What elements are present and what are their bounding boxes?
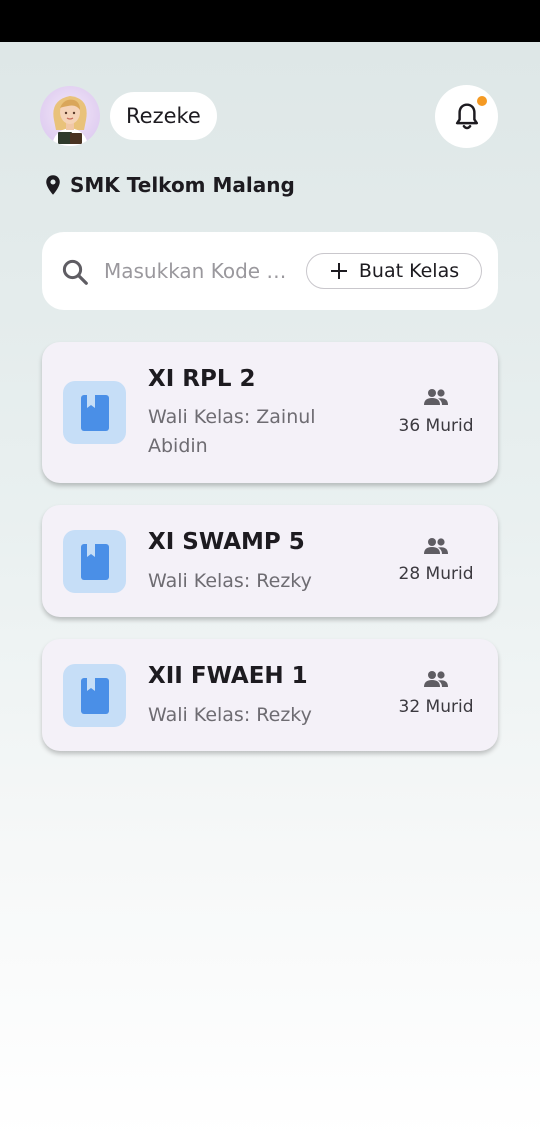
avatar-image <box>52 96 88 146</box>
class-icon-tile <box>63 664 126 727</box>
class-icon-tile <box>63 381 126 444</box>
homeroom-teacher: Wali Kelas: Rezky <box>148 570 312 592</box>
status-bar <box>0 0 540 42</box>
school-location: SMK Telkom Malang <box>44 170 295 200</box>
school-name: SMK Telkom Malang <box>70 173 295 197</box>
create-class-label: Buat Kelas <box>358 260 460 282</box>
notification-badge <box>477 96 487 106</box>
book-icon <box>80 677 109 714</box>
bell-icon <box>455 102 478 129</box>
avatar[interactable] <box>40 86 100 146</box>
class-card[interactable]: XI SWAMP 5 Wali Kelas: Rezky 28 Murid <box>42 505 498 617</box>
class-code-input[interactable] <box>104 254 298 288</box>
homeroom-teacher: Wali Kelas: Rezky <box>148 704 312 726</box>
book-icon <box>80 543 109 580</box>
class-icon-tile <box>63 530 126 593</box>
book-icon <box>80 394 109 431</box>
class-name: XII FWAEH 1 <box>148 663 308 689</box>
user-name-chip[interactable]: Rezeke <box>110 92 217 140</box>
search-card: Buat Kelas <box>42 232 498 310</box>
student-count: 28 Murid <box>398 564 474 584</box>
location-pin-icon <box>46 175 60 195</box>
class-name: XI RPL 2 <box>148 366 256 392</box>
students-icon <box>424 671 448 687</box>
search-icon <box>62 259 88 285</box>
student-count: 32 Murid <box>398 697 474 717</box>
class-card[interactable]: XII FWAEH 1 Wali Kelas: Rezky 32 Murid <box>42 639 498 751</box>
class-name: XI SWAMP 5 <box>148 529 305 555</box>
students-icon <box>424 389 448 405</box>
student-count: 36 Murid <box>398 416 474 436</box>
class-card[interactable]: XI RPL 2 Wali Kelas: Zainul Abidin 36 Mu… <box>42 342 498 483</box>
plus-icon <box>330 263 347 279</box>
students-icon <box>424 538 448 554</box>
homeroom-teacher: Wali Kelas: Zainul Abidin <box>148 406 316 457</box>
create-class-button[interactable]: Buat Kelas <box>306 253 482 289</box>
notification-button[interactable] <box>435 85 498 148</box>
user-name: Rezeke <box>126 104 201 128</box>
